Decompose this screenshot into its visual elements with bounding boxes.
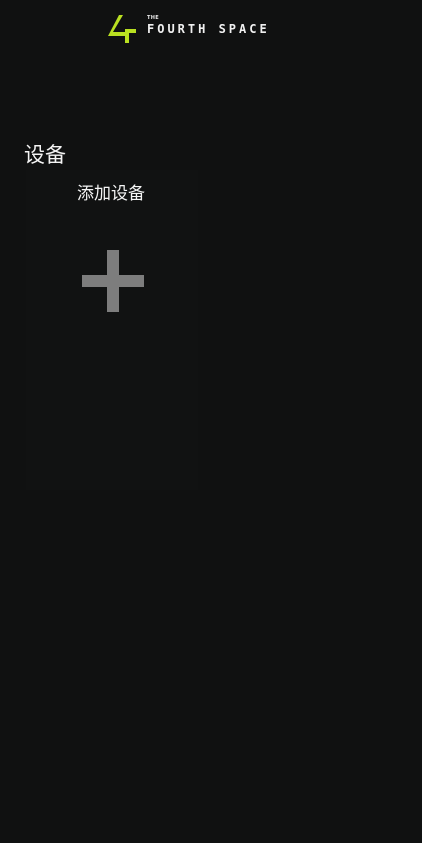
logo-wordmark: FOURTH SPACE xyxy=(147,22,270,36)
plus-icon xyxy=(82,250,144,312)
fourth-space-logo-icon xyxy=(108,15,136,43)
app-header: THE FOURTH SPACE xyxy=(0,0,422,56)
add-device-label: 添加设备 xyxy=(77,184,145,204)
devices-title: 设备 xyxy=(24,143,66,167)
add-device-button[interactable]: 添加设备 xyxy=(26,170,198,490)
brand-logo: THE FOURTH SPACE xyxy=(106,11,270,45)
logo-small-text: THE xyxy=(147,15,159,21)
